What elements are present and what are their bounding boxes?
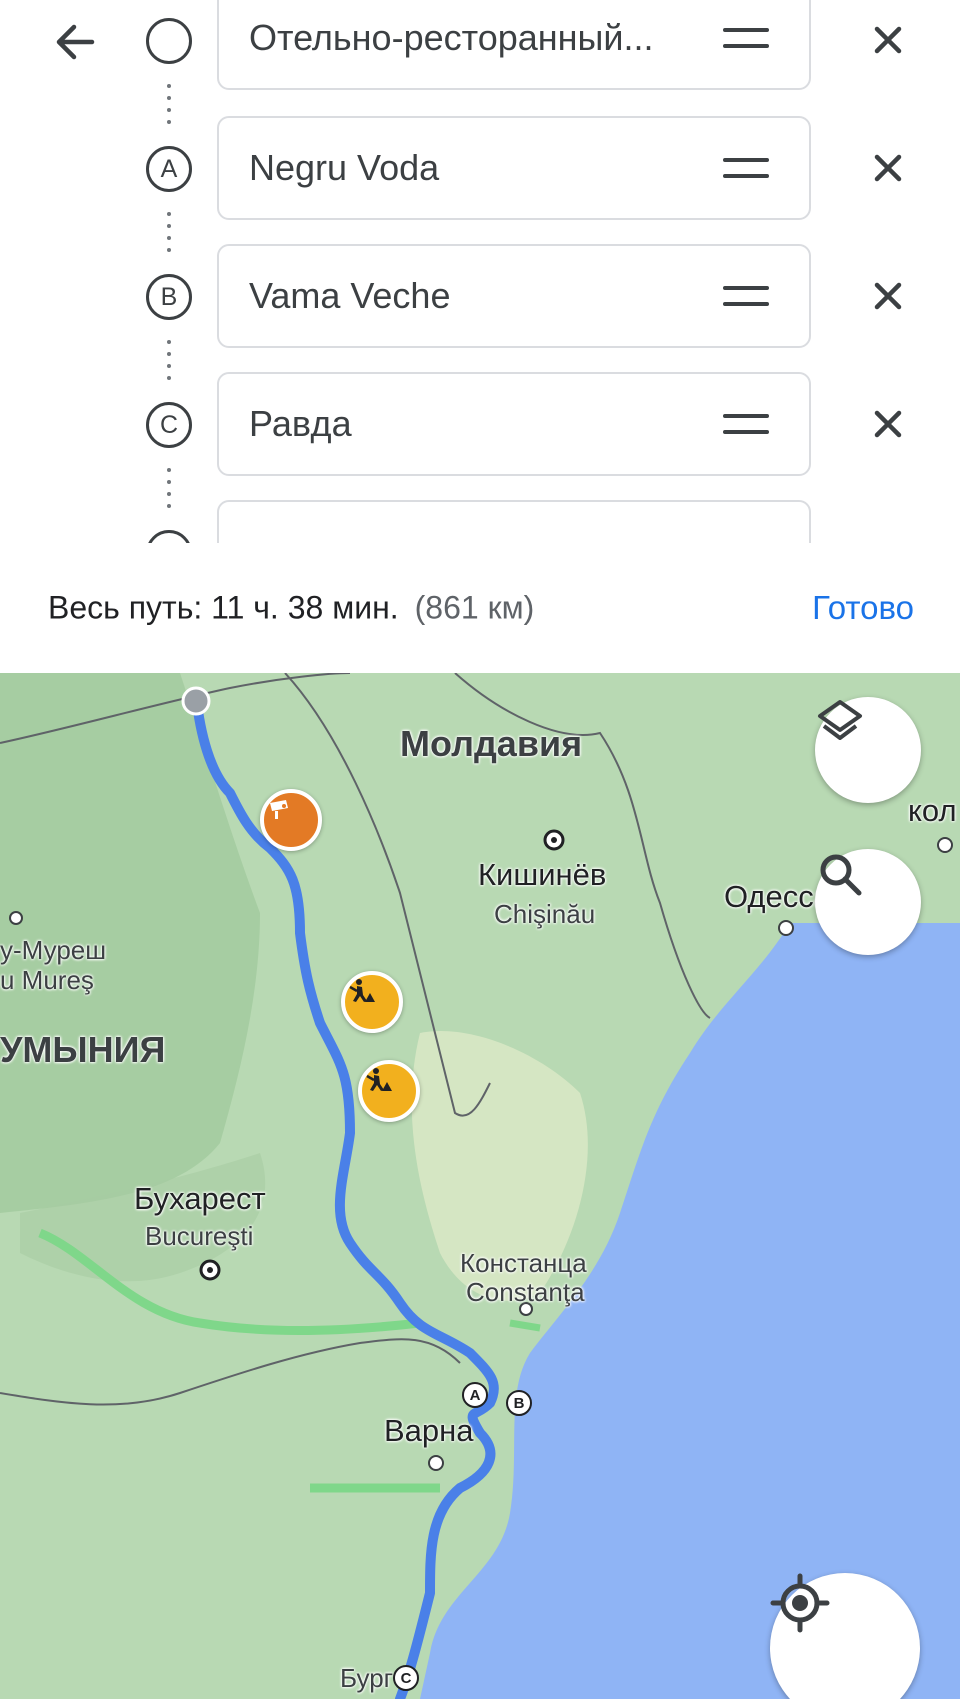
remove-stop-button[interactable] [862, 14, 914, 66]
layers-icon [818, 700, 862, 740]
city-label-chisinau: Кишинёв [478, 857, 607, 892]
highway [509, 1319, 541, 1332]
stop-field-text: Negru Voda [249, 147, 440, 188]
stop-marker-a: A [146, 146, 192, 192]
roadworks-alert[interactable] [358, 1060, 420, 1122]
route-connector [167, 340, 171, 392]
route-start-dot [181, 686, 211, 716]
drag-handle-icon[interactable] [723, 158, 769, 178]
city-label-bucharest-local: Bucureşti [145, 1221, 254, 1251]
roadworks-icon [366, 1068, 392, 1091]
city-label-burgas: Бург [340, 1663, 394, 1693]
city-label-varna: Варна [384, 1413, 474, 1448]
close-icon [874, 154, 902, 182]
city-label-targu-mures-local: u Mureş [0, 965, 94, 995]
city-label-constanta-local: Constanţa [466, 1277, 585, 1307]
arrow-back-icon [56, 24, 95, 60]
roadworks-alert[interactable] [341, 971, 403, 1033]
drag-handle-icon[interactable] [723, 286, 769, 306]
city-label-constanta: Констанца [460, 1248, 587, 1278]
route-connector [167, 212, 171, 264]
close-icon [874, 410, 902, 438]
stop-field-text: Отельно-ресторанный... [249, 17, 654, 58]
city-dot [428, 1455, 444, 1471]
close-icon [874, 282, 902, 310]
stop-field-c[interactable]: Равда [217, 372, 811, 476]
city-dot [9, 911, 23, 925]
start-point-marker [146, 18, 192, 64]
stop-field-text: Vama Veche [249, 275, 451, 316]
stop-field-a[interactable]: Negru Voda [217, 116, 811, 220]
speed-camera-alert[interactable] [260, 789, 322, 851]
border-line [0, 1338, 461, 1406]
city-dot [207, 1267, 213, 1273]
drag-handle-icon[interactable] [723, 28, 769, 48]
route-summary: Весь путь: 11 ч. 38 мин. (861 км) Готово [0, 543, 960, 673]
stop-marker-d [146, 530, 192, 543]
remove-stop-button[interactable] [862, 142, 914, 194]
remove-stop-button[interactable] [862, 270, 914, 322]
stop-marker-b: B [146, 274, 192, 320]
roadworks-icon [349, 979, 375, 1002]
city-label-bucharest: Бухарест [134, 1181, 266, 1216]
country-label-moldova: Молдавия [400, 723, 583, 764]
search-along-route-button[interactable] [815, 849, 921, 955]
route-connector [167, 468, 171, 520]
city-label-targu-mures: у-Муреш [0, 935, 107, 965]
city-label-chisinau-local: Chişinău [494, 899, 596, 929]
total-distance: (861 км) [414, 589, 535, 626]
map-view[interactable]: Молдавия УМЫНИЯ Кишинёв Chişinău Одесса … [0, 673, 960, 1699]
close-icon [874, 26, 902, 54]
drag-handle-icon[interactable] [723, 414, 769, 434]
city-dot [937, 837, 953, 853]
stop-field-start[interactable]: Отельно-ресторанный... [217, 0, 811, 90]
waypoint-marker-c[interactable]: C [393, 1665, 419, 1691]
route-connector [167, 84, 171, 136]
stop-marker-c: C [146, 402, 192, 448]
route-stops-panel: Отельно-ресторанный... A Negru Voda B Va… [0, 0, 960, 544]
city-dot [551, 837, 557, 843]
city-label-nikolaev: кол [908, 793, 957, 828]
back-button[interactable] [44, 14, 104, 70]
waypoint-marker-a[interactable]: A [462, 1382, 488, 1408]
remove-stop-button[interactable] [862, 398, 914, 450]
total-time: Весь путь: 11 ч. 38 мин. (861 км) [48, 589, 535, 626]
search-icon [820, 854, 862, 896]
my-location-icon [770, 1573, 830, 1633]
stop-field-b[interactable]: Vama Veche [217, 244, 811, 348]
speed-camera-icon [270, 800, 288, 819]
stop-field-d[interactable] [217, 500, 811, 543]
done-button[interactable]: Готово [812, 589, 914, 627]
map-layers-button[interactable] [815, 697, 921, 803]
stop-field-text: Равда [249, 403, 352, 444]
country-label-romania: УМЫНИЯ [0, 1029, 166, 1070]
waypoint-marker-b[interactable]: B [506, 1390, 532, 1416]
city-dot [778, 920, 794, 936]
